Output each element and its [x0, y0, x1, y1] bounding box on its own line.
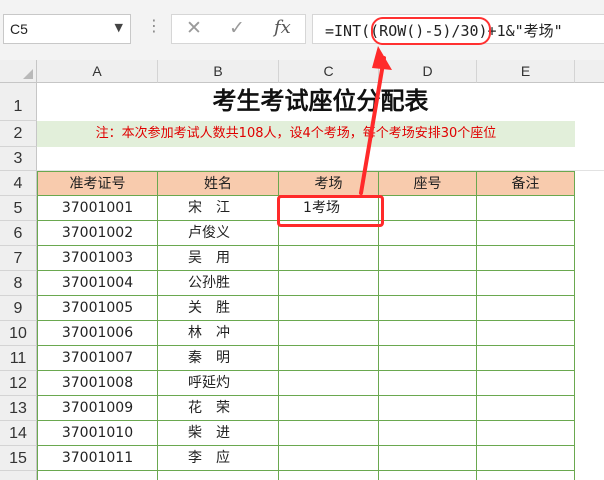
- annotation-arrow-icon: [359, 46, 392, 195]
